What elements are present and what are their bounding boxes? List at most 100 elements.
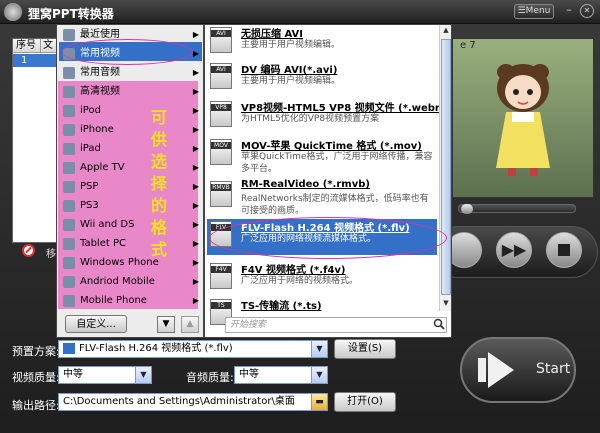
format-item[interactable]: AVI 无损压缩 AVI 主要用于用户视频编辑。 [207,25,437,59]
move-label: 移 [46,249,56,260]
submenu-arrow-icon: ▶ [192,87,199,96]
category-item-label: iPhone [80,124,114,135]
ps3-icon [63,200,75,212]
appletv-icon [63,162,75,174]
format-title: RM-RealVideo (*.rmvb) [241,179,370,190]
category-item-label: iPod [80,105,101,116]
format-title: F4V 视频格式 (*.f4v) [241,265,346,276]
format-item[interactable]: MOV MOV-苹果 QuickTime 格式 (*.mov) 苹果QuickTim… [207,137,437,175]
menu-button[interactable]: ☰Menu [514,4,554,19]
chevron-down-icon: ▼ [135,367,151,383]
chevron-down-icon: ▼ [311,341,327,357]
settings-button[interactable]: 设置(S) [334,339,396,359]
format-file-icon: F4V [210,263,232,289]
category-item[interactable]: Andriod Mobile ▶ [58,272,202,291]
category-item[interactable]: 常用音频 ▶ [58,63,202,82]
category-item-label: PSP [80,181,99,192]
submenu-arrow-icon: ▶ [192,201,199,210]
annotation-ellipse [61,39,193,65]
category-item[interactable]: iPad ▶ [58,139,202,158]
format-title: DV 编码 AVI(*.avi) [241,65,338,76]
output-path-label: 输出路径: [12,399,60,412]
audio-quality-label: 音频质量: [186,371,234,384]
category-item[interactable]: PS3 ▶ [58,196,202,215]
category-item[interactable]: Mobile Phone ▶ [58,291,202,310]
stop-button[interactable] [546,232,582,268]
format-item[interactable]: RMVB RM-RealVideo (*.rmvb) RealNetworks制定的… [207,179,437,217]
preset-value: FLV-Flash H.264 视频格式 (*.flv) [79,343,233,354]
scroll-up-arrow-icon[interactable]: ▲ [441,26,451,36]
category-item[interactable]: Windows Phone ▶ [58,253,202,272]
category-item-label: Apple TV [80,162,125,173]
custom-button[interactable]: 自定义... [65,315,127,333]
submenu-arrow-icon: ▶ [192,182,199,191]
scroll-down-arrow-icon[interactable]: ▼ [441,299,451,309]
search-input[interactable]: 开始搜索 [225,317,447,333]
submenu-arrow-icon: ▶ [192,220,199,229]
column-header-index[interactable]: 序号 [13,39,41,53]
scrollbar-thumb[interactable] [441,39,451,295]
category-item-label: 高清视频 [80,86,120,97]
format-badge: AVI [211,30,231,37]
folder-icon[interactable]: ▬ [311,394,327,410]
format-description: 主要用于用户视频编辑。 [241,40,341,50]
format-title: MOV-苹果 QuickTime 格式 (*.mov) [241,141,422,152]
format-badge: RMVB [211,184,231,191]
format-item[interactable]: AVI DV 编码 AVI(*.avi) 主要用于用户视频编辑。 [207,61,437,95]
format-description: 广泛应用于网络的视频格式。 [241,276,359,286]
category-item[interactable]: iPod ▶ [58,101,202,120]
format-title: 无损压缩 AVI [241,29,304,40]
audio-quality-select[interactable]: 中等 ▼ [234,366,328,384]
remove-icon[interactable] [22,244,35,257]
flv-icon [63,342,75,354]
format-item[interactable]: VP8 VP8视频-HTML5 VP8 视频文件 (*.webm) 为HTML5优化… [207,99,450,133]
category-item[interactable]: 高清视频 ▶ [58,82,202,101]
category-item-label: PS3 [80,200,99,211]
format-scrollbar[interactable]: ▲ ▼ [439,25,451,311]
category-item-label: Andriod Mobile [80,276,155,287]
submenu-arrow-icon: ▶ [192,68,199,77]
preset-select[interactable]: FLV-Flash H.264 视频格式 (*.flv) ▼ [58,340,328,358]
annotation-ellipse [209,217,447,259]
preview-panel: e 7 [452,38,594,198]
category-item-label: 常用音频 [80,67,120,78]
category-item-label: Mobile Phone [80,295,147,306]
format-title: TS-传输流 (*.ts) [241,301,322,312]
format-file-icon: AVI [210,63,232,89]
category-item-label: Windows Phone [80,257,159,268]
category-item[interactable]: Apple TV ▶ [58,158,202,177]
seek-slider[interactable] [458,204,576,214]
scroll-up-button[interactable]: ▲ [181,316,199,333]
search-icon[interactable] [433,318,445,330]
recent-icon [63,29,75,41]
window-title: 狸窝PPT转换器 [28,7,114,21]
minimize-button[interactable]: – [562,4,576,18]
format-item[interactable]: TS TS-传输流 (*.ts) [207,297,437,325]
format-file-icon: AVI [210,27,232,53]
start-button[interactable]: Start [460,337,576,403]
close-button[interactable]: ✕ [580,4,594,18]
seek-handle[interactable] [461,204,473,214]
format-item[interactable]: F4V F4V 视频格式 (*.f4v) 广泛应用于网络的视频格式。 [207,261,437,295]
ipad-icon [63,143,75,155]
submenu-arrow-icon: ▶ [192,106,199,115]
video-quality-select[interactable]: 中等 ▼ [58,366,152,384]
submenu-arrow-icon: ▶ [192,277,199,286]
iphone-icon [63,124,75,136]
file-list: 序号 文 1 [12,38,59,243]
category-item[interactable]: Wii and DS ▶ [58,215,202,234]
psp-icon [63,181,75,193]
category-item[interactable]: Tablet PC ▶ [58,234,202,253]
category-item-label: Tablet PC [80,238,126,249]
table-row[interactable]: 1 [13,54,59,67]
format-description: RealNetworks制定的流媒体格式，低码率也有可接受的画质。 [241,194,429,216]
winphone-icon [63,257,75,269]
fast-forward-button[interactable]: ▶▶ [496,232,532,268]
category-item[interactable]: PSP ▶ [58,177,202,196]
submenu-arrow-icon: ▶ [192,296,199,305]
category-item[interactable]: iPhone ▶ [58,120,202,139]
open-button[interactable]: 打开(O) [334,392,396,412]
output-path-field[interactable]: C:\Documents and Settings\Administrator\… [58,393,328,411]
scroll-down-button[interactable]: ▼ [157,316,175,333]
submenu-arrow-icon: ▶ [192,144,199,153]
